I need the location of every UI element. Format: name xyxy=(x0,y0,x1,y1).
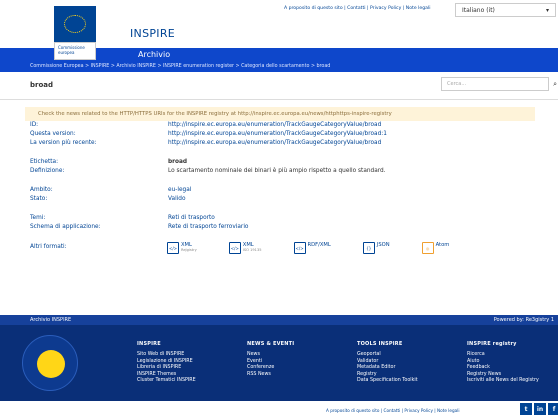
json-file-icon: {} xyxy=(362,242,375,254)
search-input[interactable]: Cerca... ⌕ xyxy=(441,77,557,91)
format-link[interactable]: </> XML ISO 19135 xyxy=(228,242,262,254)
detail-row: Temi: Reti di trasporto xyxy=(30,214,558,223)
footer-column: INSPIRE Sito Web di INSPIRE Legislazione d… xyxy=(137,341,247,385)
detail-row: Stato: Valido xyxy=(30,195,558,204)
detail-row: La version più recente: http://inspire.ec… xyxy=(30,139,558,148)
page-title: broad xyxy=(30,81,54,89)
detail-value[interactable]: http://inspire.ec.europa.eu/enumeration/… xyxy=(168,121,381,130)
facebook-icon[interactable]: f xyxy=(548,403,558,415)
footer-column: INSPIRE registry Ricerca Aiuto Feedback Regi… xyxy=(467,341,558,385)
detail-label: Ambito: xyxy=(30,187,53,193)
footer-column-title: NEWS & EVENTI xyxy=(247,341,295,347)
detail-row: Schema di applicazione: Rete di trasporto… xyxy=(30,223,558,232)
detail-row: Definizione: Lo scartamento nominale dei … xyxy=(30,167,558,176)
footer-column: NEWS & EVENTI News Eventi Conferenze RSS New… xyxy=(247,341,357,385)
detail-row: Questa version: http://inspire.ec.europa.… xyxy=(30,130,558,139)
site-footer: INSPIRE Sito Web di INSPIRE Legislazione d… xyxy=(0,325,558,401)
footer-bar: Archivio INSPIRE Powered by: Re3gistry 1 xyxy=(0,315,558,325)
detail-value[interactable]: Rete di trasporto ferroviario xyxy=(168,223,248,232)
page-header: broad Cerca... ⌕ xyxy=(0,72,558,100)
language-value: Italiano (it) xyxy=(462,6,495,14)
footer-column-title: INSPIRE registry xyxy=(467,341,517,347)
powered-by: Powered by: Re3gistry 1 xyxy=(493,317,554,323)
detail-value: Lo scartamento nominale dei binari è più… xyxy=(168,168,386,174)
detail-label: Temi: xyxy=(30,215,46,221)
chevron-down-icon: ▾ xyxy=(545,6,549,14)
format-link[interactable]: </> RDF/XML xyxy=(293,242,331,254)
eu-flag-logo[interactable] xyxy=(54,6,96,42)
detail-value[interactable]: http://inspire.ec.europa.eu/enumeration/… xyxy=(168,139,381,148)
section-title: Archivio xyxy=(138,50,171,59)
inspire-logo xyxy=(22,335,78,391)
detail-label: Schema di applicazione: xyxy=(30,224,101,230)
format-link[interactable]: ◎ Atom xyxy=(421,242,450,254)
breadcrumb[interactable]: Commissione Europea > INSPIRE > Archivio… xyxy=(0,62,558,72)
atom-feed-icon: ◎ xyxy=(421,242,434,254)
footer-link[interactable]: RSS News xyxy=(247,372,357,379)
detail-value[interactable]: Valido xyxy=(168,195,186,204)
footer-column-title: INSPIRE xyxy=(137,341,161,347)
formats-label: Altri formati: xyxy=(30,244,67,250)
bottom-links[interactable]: A proposito di questo sito | Contatti | … xyxy=(326,408,460,413)
search-placeholder: Cerca... xyxy=(447,81,467,87)
format-link[interactable]: </> XML ReJgistry xyxy=(167,242,197,254)
footer-column: TOOLS INSPIRE Geoportal Validator Metadata … xyxy=(357,341,467,385)
details-list: ID: http://inspire.ec.europa.eu/enumerati… xyxy=(0,121,558,232)
footer-column-title: TOOLS INSPIRE xyxy=(357,341,403,347)
detail-row: Etichetta: broad xyxy=(30,158,558,167)
detail-label: Stato: xyxy=(30,196,48,202)
detail-row: ID: http://inspire.ec.europa.eu/enumerati… xyxy=(30,121,558,130)
commission-label: Commissione europea xyxy=(54,42,96,60)
footer-archive-label: Archivio INSPIRE xyxy=(30,317,72,323)
format-name: RDF/XML xyxy=(307,242,331,248)
format-subtitle: ReJgistry xyxy=(181,248,197,252)
bottom-bar: A proposito di questo sito | Contatti | … xyxy=(0,401,558,419)
detail-label: La version più recente: xyxy=(30,140,97,146)
site-header: A proposito di questo sito | Contatti | … xyxy=(0,0,558,48)
section-band: Commissione europea Archivio xyxy=(0,42,558,62)
inspire-sun-icon xyxy=(37,350,65,378)
detail-row: Ambito: eu-legal xyxy=(30,186,558,195)
linkedin-icon[interactable]: in xyxy=(534,403,546,415)
footer-link[interactable]: Iscriviti alle News del Registry xyxy=(467,378,558,385)
formats-list: </> XML ReJgistry </> XML ISO 19135 </> RDF/XML… xyxy=(167,242,481,254)
detail-label: Etichetta: xyxy=(30,159,59,165)
footer-columns: INSPIRE Sito Web di INSPIRE Legislazione d… xyxy=(137,341,558,385)
footer-link[interactable]: Cluster Tematici INSPIRE xyxy=(137,378,247,385)
other-formats: Altri formati: </> XML ReJgistry </> XML ISO … xyxy=(0,242,558,268)
search-icon[interactable]: ⌕ xyxy=(553,80,557,89)
site-title: INSPIRE xyxy=(130,27,176,40)
detail-value[interactable]: eu-legal xyxy=(168,186,191,195)
format-name: Atom xyxy=(435,242,450,248)
detail-label: ID: xyxy=(30,122,39,128)
footer-link[interactable]: Data Specification Toolkit xyxy=(357,378,467,385)
twitter-icon[interactable]: t xyxy=(520,403,532,415)
language-select[interactable]: Italiano (it) ▾ xyxy=(455,3,556,17)
format-link[interactable]: {} JSON xyxy=(362,242,390,254)
detail-value[interactable]: http://inspire.ec.europa.eu/enumeration/… xyxy=(168,130,387,139)
social-links: t in f xyxy=(520,403,558,415)
detail-value[interactable]: Reti di trasporto xyxy=(168,214,215,223)
eu-stars-icon xyxy=(64,15,86,33)
detail-value: broad xyxy=(168,159,188,165)
rdf-file-icon: </> xyxy=(293,242,306,254)
xml-file-icon: </> xyxy=(167,242,179,254)
top-utility-links[interactable]: A proposito di questo sito | Contatti | … xyxy=(284,6,431,11)
notice-banner: Check the news related to the HTTP/HTTPS… xyxy=(25,107,535,121)
xml-file-icon: </> xyxy=(228,242,241,254)
format-name: JSON xyxy=(376,242,390,248)
detail-label: Questa version: xyxy=(30,131,76,137)
detail-label: Definizione: xyxy=(30,168,65,174)
format-subtitle: ISO 19135 xyxy=(242,248,262,252)
